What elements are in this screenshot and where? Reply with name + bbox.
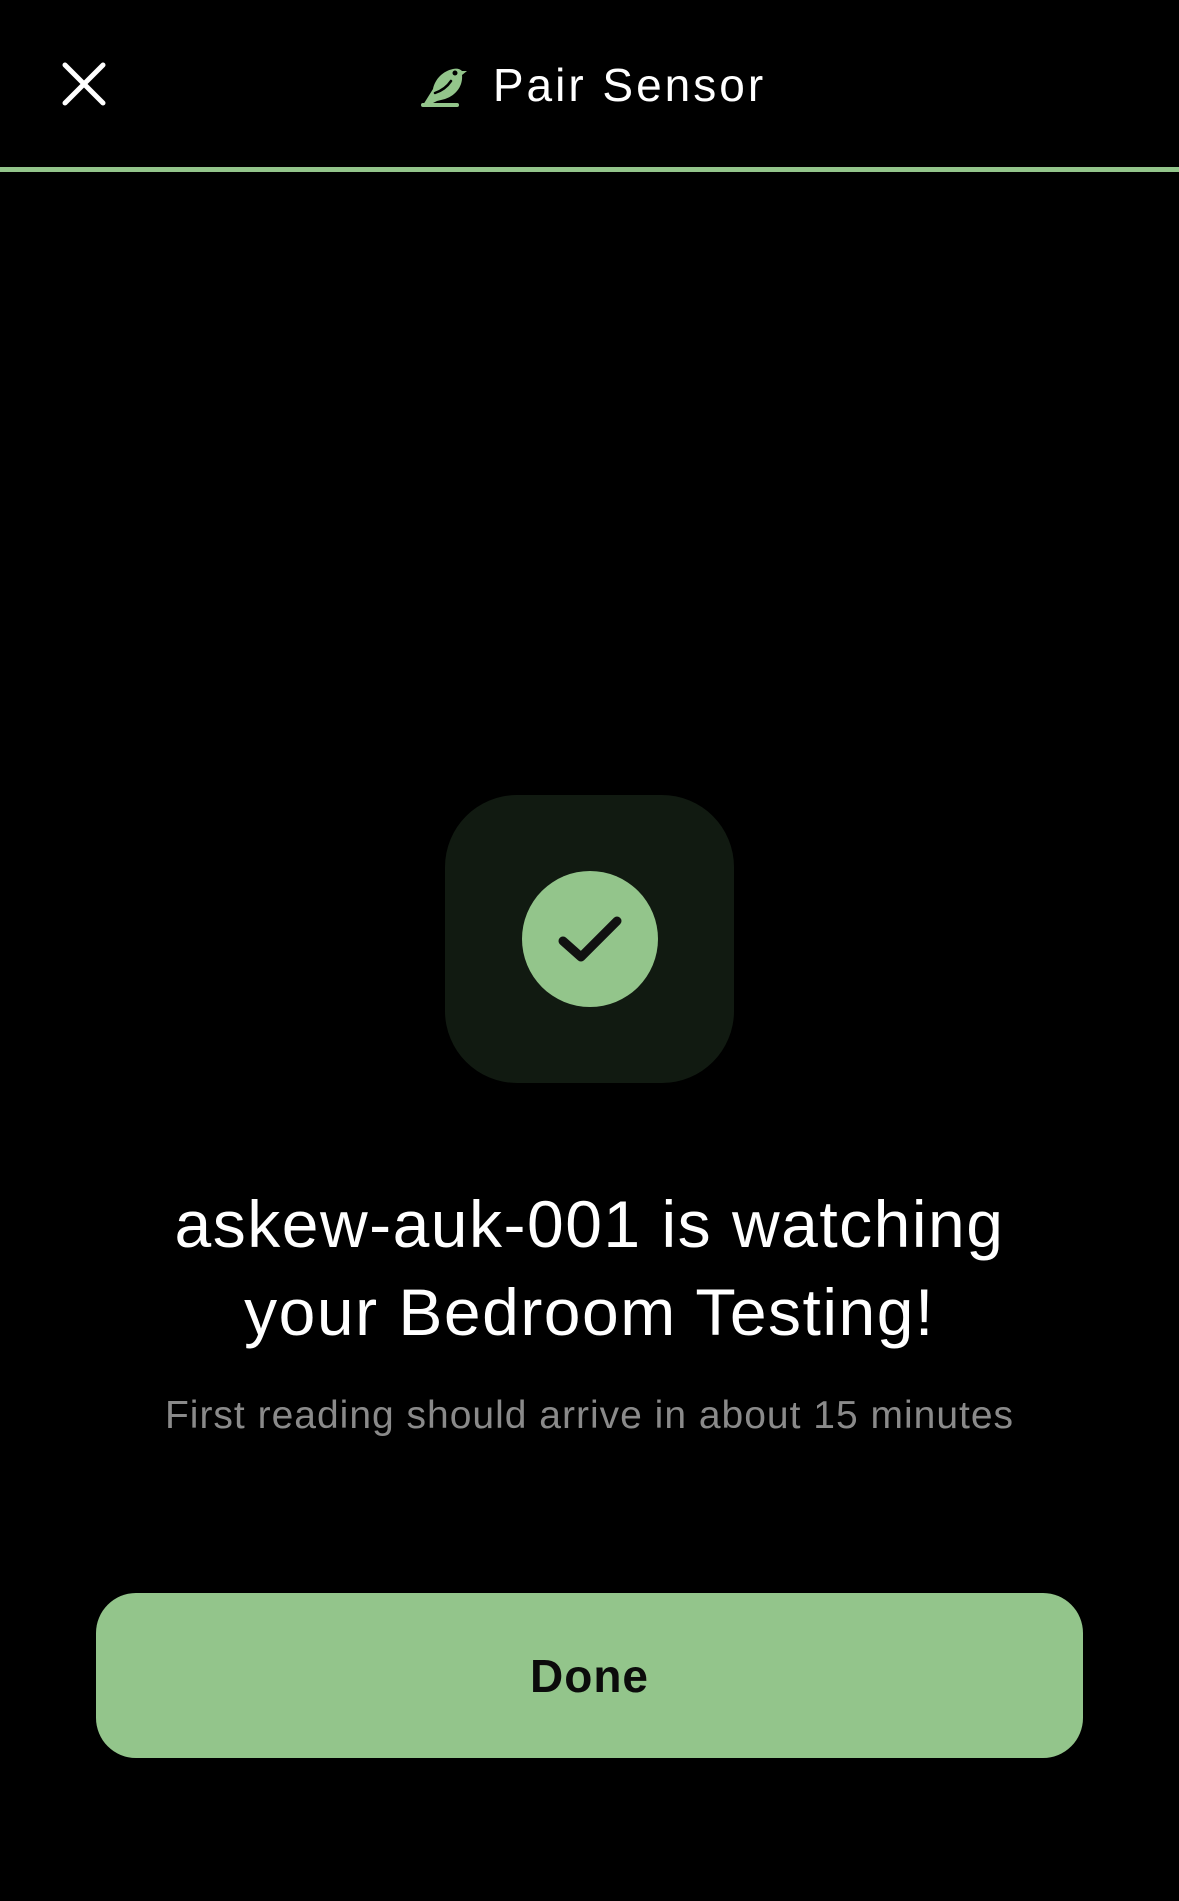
check-circle-icon xyxy=(558,916,621,962)
progress-bar-fill xyxy=(0,167,1179,172)
bird-icon xyxy=(420,68,467,107)
done-button[interactable]: Done xyxy=(96,1593,1083,1758)
success-tile xyxy=(445,795,734,1083)
done-button-label: Done xyxy=(530,1649,649,1702)
first-reading-note: First reading should arrive in about 15 … xyxy=(164,1394,1015,1437)
page-title: Pair Sensor xyxy=(492,59,767,111)
success-message-line2: your Bedroom Testing! xyxy=(244,1275,935,1349)
progress-bar xyxy=(0,167,1179,172)
success-message-line1: askew-auk-001 is watching xyxy=(174,1187,1005,1261)
header-bar: Pair Sensor xyxy=(0,0,1179,168)
check-circle xyxy=(521,871,658,1007)
success-message: askew-auk-001 is watching your Bedroom T… xyxy=(80,1180,1099,1356)
header-title-group: Pair Sensor xyxy=(0,50,1179,120)
